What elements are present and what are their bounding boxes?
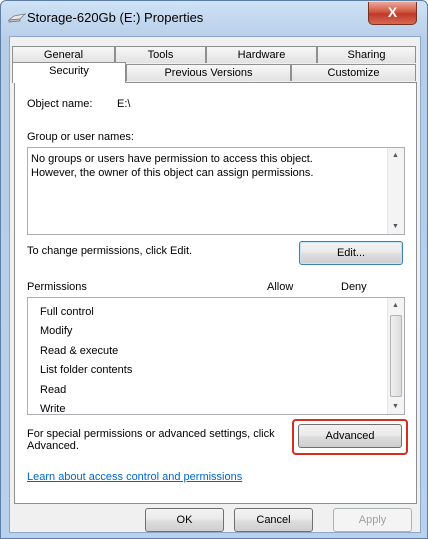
group-names-label: Group or user names:	[27, 131, 134, 143]
scroll-thumb[interactable]	[390, 315, 402, 397]
apply-button-label: Apply	[358, 514, 387, 526]
ok-button[interactable]: OK	[145, 508, 224, 532]
scroll-up-icon: ▲	[392, 152, 399, 159]
tab-general[interactable]: General	[12, 46, 115, 63]
tab-label: Security	[49, 65, 89, 77]
title-bar[interactable]: Storage-620Gb (E:) Properties X	[1, 1, 427, 35]
tab-label: Customize	[327, 67, 380, 79]
object-name-label: Object name:	[27, 98, 93, 110]
advanced-button-label: Advanced	[325, 430, 375, 442]
perm-write: Write	[40, 403, 66, 415]
tab-label: Sharing	[347, 49, 386, 61]
apply-button[interactable]: Apply	[333, 508, 412, 532]
group-message: No groups or users have permission to ac…	[31, 153, 314, 179]
dialog-client: General Tools Hardware Sharing Security …	[9, 36, 421, 533]
edit-button[interactable]: Edit...	[299, 241, 403, 265]
scroll-down-icon: ▼	[392, 223, 399, 230]
cancel-button[interactable]: Cancel	[234, 508, 313, 532]
edit-button-label: Edit...	[336, 247, 366, 259]
object-name-value: E:\	[117, 98, 131, 110]
tab-label: General	[43, 49, 84, 61]
special-permissions-text: For special permissions or advanced sett…	[27, 428, 275, 452]
tab-tools[interactable]: Tools	[115, 46, 206, 63]
advanced-button[interactable]: Advanced	[298, 424, 402, 448]
close-icon: X	[387, 4, 398, 20]
group-names-list[interactable]: No groups or users have permission to ac…	[27, 147, 405, 235]
properties-dialog: Storage-620Gb (E:) Properties X General …	[0, 0, 428, 539]
permissions-label: Permissions	[27, 281, 87, 293]
tab-label: Previous Versions	[164, 67, 253, 79]
tab-hardware[interactable]: Hardware	[206, 46, 317, 63]
tab-label: Hardware	[237, 49, 286, 61]
perm-list-folder-contents: List folder contents	[40, 364, 133, 376]
permissions-scrollbar[interactable]: ▲ ▼	[387, 298, 404, 414]
tab-previous-versions[interactable]: Previous Versions	[126, 64, 291, 81]
tab-customize[interactable]: Customize	[291, 64, 416, 81]
scroll-up-icon: ▲	[392, 302, 399, 309]
cancel-button-label: Cancel	[256, 514, 291, 526]
drive-icon	[8, 13, 26, 23]
change-permissions-text: To change permissions, click Edit.	[27, 245, 193, 257]
scroll-down-icon: ▼	[392, 403, 399, 410]
window-title: Storage-620Gb (E:) Properties	[27, 10, 204, 25]
ok-button-label: OK	[176, 514, 193, 526]
tab-label: Tools	[147, 49, 174, 61]
tab-security[interactable]: Security	[12, 62, 126, 83]
permissions-list[interactable]: Full control Modify Read & execute List …	[27, 297, 405, 415]
group-scrollbar[interactable]: ▲ ▼	[387, 148, 404, 234]
security-panel: Object name: E:\ Group or user names: No…	[14, 82, 417, 504]
perm-modify: Modify	[40, 325, 73, 337]
learn-permissions-link[interactable]: Learn about access control and permissio…	[27, 471, 242, 483]
deny-column-header: Deny	[341, 281, 367, 293]
perm-read: Read	[40, 384, 67, 396]
perm-read-execute: Read & execute	[40, 345, 119, 357]
tab-sharing[interactable]: Sharing	[317, 46, 416, 63]
perm-full-control: Full control	[40, 306, 94, 318]
close-button[interactable]: X	[368, 2, 417, 25]
allow-column-header: Allow	[267, 281, 294, 293]
